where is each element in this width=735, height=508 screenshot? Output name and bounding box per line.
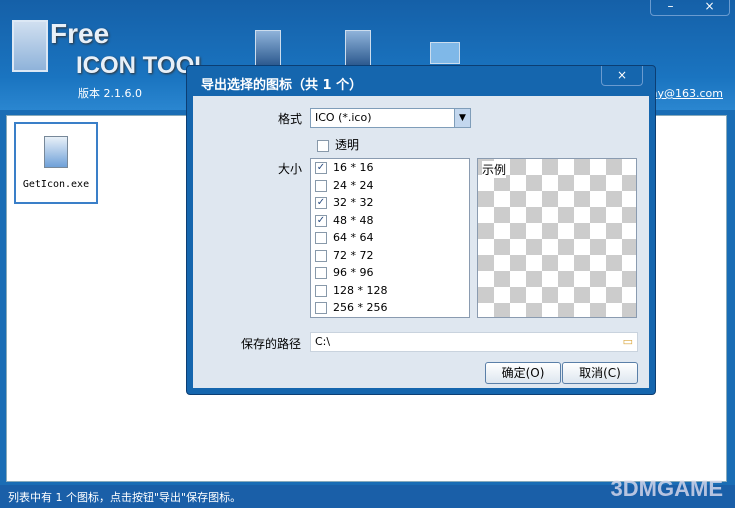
close-button[interactable]: × xyxy=(690,0,729,15)
folder-icon[interactable]: ▭ xyxy=(623,335,633,348)
logo-text: Free xyxy=(50,18,110,49)
preview-area: 示例 xyxy=(477,158,637,318)
size-option-label: 32 * 32 xyxy=(333,196,374,209)
format-label: 格式 xyxy=(278,112,303,126)
checkbox-icon[interactable]: ✓ xyxy=(315,214,327,227)
size-option[interactable]: 96 * 96 xyxy=(315,266,465,284)
format-value: ICO (*.ico) xyxy=(315,111,372,124)
checkbox-icon[interactable]: ✓ xyxy=(315,162,327,174)
dialog-close-button[interactable]: × xyxy=(601,66,643,86)
file-name: GetIcon.exe xyxy=(22,179,90,190)
dialog-title: 导出选择的图标（共 1 个） xyxy=(201,78,363,93)
list-item[interactable]: GetIcon.exe xyxy=(14,122,98,204)
checkbox-icon[interactable] xyxy=(315,232,327,244)
size-option[interactable]: ✓ 16 * 16 xyxy=(315,161,465,179)
status-bar: 列表中有 1 个图标，点击按钮"导出"保存图标。 3DMGAME xyxy=(0,476,735,508)
preview-label: 示例 xyxy=(482,161,507,178)
size-option[interactable]: 24 * 24 xyxy=(315,179,465,197)
size-list: ✓ 16 * 16 24 * 24 ✓ 32 * 32 ✓ 48 * 48 64 * 64 72… xyxy=(310,158,470,318)
export-dialog: 导出选择的图标（共 1 个） × 格式 ICO (*.ico) ▼ 透明 大小 … xyxy=(186,65,656,395)
version-label: 版本 2.1.6.0 xyxy=(78,87,142,100)
size-option-label: 72 * 72 xyxy=(333,248,374,262)
format-select[interactable]: ICO (*.ico) ▼ xyxy=(310,108,471,128)
transparent-checkbox[interactable]: 透明 xyxy=(317,136,359,153)
size-option-label: 128 * 128 xyxy=(333,283,388,297)
size-option-label: 96 * 96 xyxy=(333,266,374,279)
ok-button[interactable]: 确定(O) xyxy=(485,362,561,384)
size-option-label: 256 * 256 xyxy=(333,301,388,314)
checkbox-icon[interactable] xyxy=(315,179,327,192)
size-option-label: 24 * 24 xyxy=(333,178,374,192)
minimize-button[interactable]: – xyxy=(651,0,690,15)
size-option-label: 64 * 64 xyxy=(333,231,374,244)
size-option-label: 48 * 48 xyxy=(333,213,374,227)
path-input[interactable]: C:\ ▭ xyxy=(310,332,638,352)
dialog-body: 格式 ICO (*.ico) ▼ 透明 大小 ✓ 16 * 16 24 * 24 ✓ 3… xyxy=(193,96,649,388)
checkbox-icon[interactable] xyxy=(315,267,327,279)
watermark: 3DMGAME xyxy=(610,476,723,501)
path-value: C:\ xyxy=(315,335,331,348)
size-option[interactable]: ✓ 48 * 48 xyxy=(315,214,465,232)
exe-icon xyxy=(44,136,68,168)
window-controls: – × xyxy=(650,0,730,16)
size-option[interactable]: ✓ 32 * 32 xyxy=(315,196,465,214)
checkbox-icon[interactable] xyxy=(317,139,329,152)
checkbox-icon[interactable]: ✓ xyxy=(315,197,327,209)
checkbox-icon[interactable] xyxy=(315,249,327,262)
status-text: 列表中有 1 个图标，点击按钮"导出"保存图标。 xyxy=(8,491,242,504)
checkbox-icon[interactable] xyxy=(315,302,327,314)
transparent-label: 透明 xyxy=(335,138,360,152)
size-label: 大小 xyxy=(278,162,303,176)
size-option[interactable]: 256 * 256 xyxy=(315,301,465,319)
size-option[interactable]: 64 * 64 xyxy=(315,231,465,249)
size-option[interactable]: 128 * 128 xyxy=(315,284,465,302)
export-arrow-icon[interactable] xyxy=(430,42,460,64)
checkbox-icon[interactable] xyxy=(315,284,327,297)
size-option-label: 16 * 16 xyxy=(333,161,374,174)
app-logo-icon xyxy=(12,20,48,72)
open-file-icon[interactable] xyxy=(255,30,281,66)
size-option[interactable]: 72 * 72 xyxy=(315,249,465,267)
path-label: 保存的路径 xyxy=(241,337,302,351)
open-folder-icon[interactable] xyxy=(345,30,371,66)
cancel-button[interactable]: 取消(C) xyxy=(562,362,638,384)
chevron-down-icon[interactable]: ▼ xyxy=(454,109,470,127)
